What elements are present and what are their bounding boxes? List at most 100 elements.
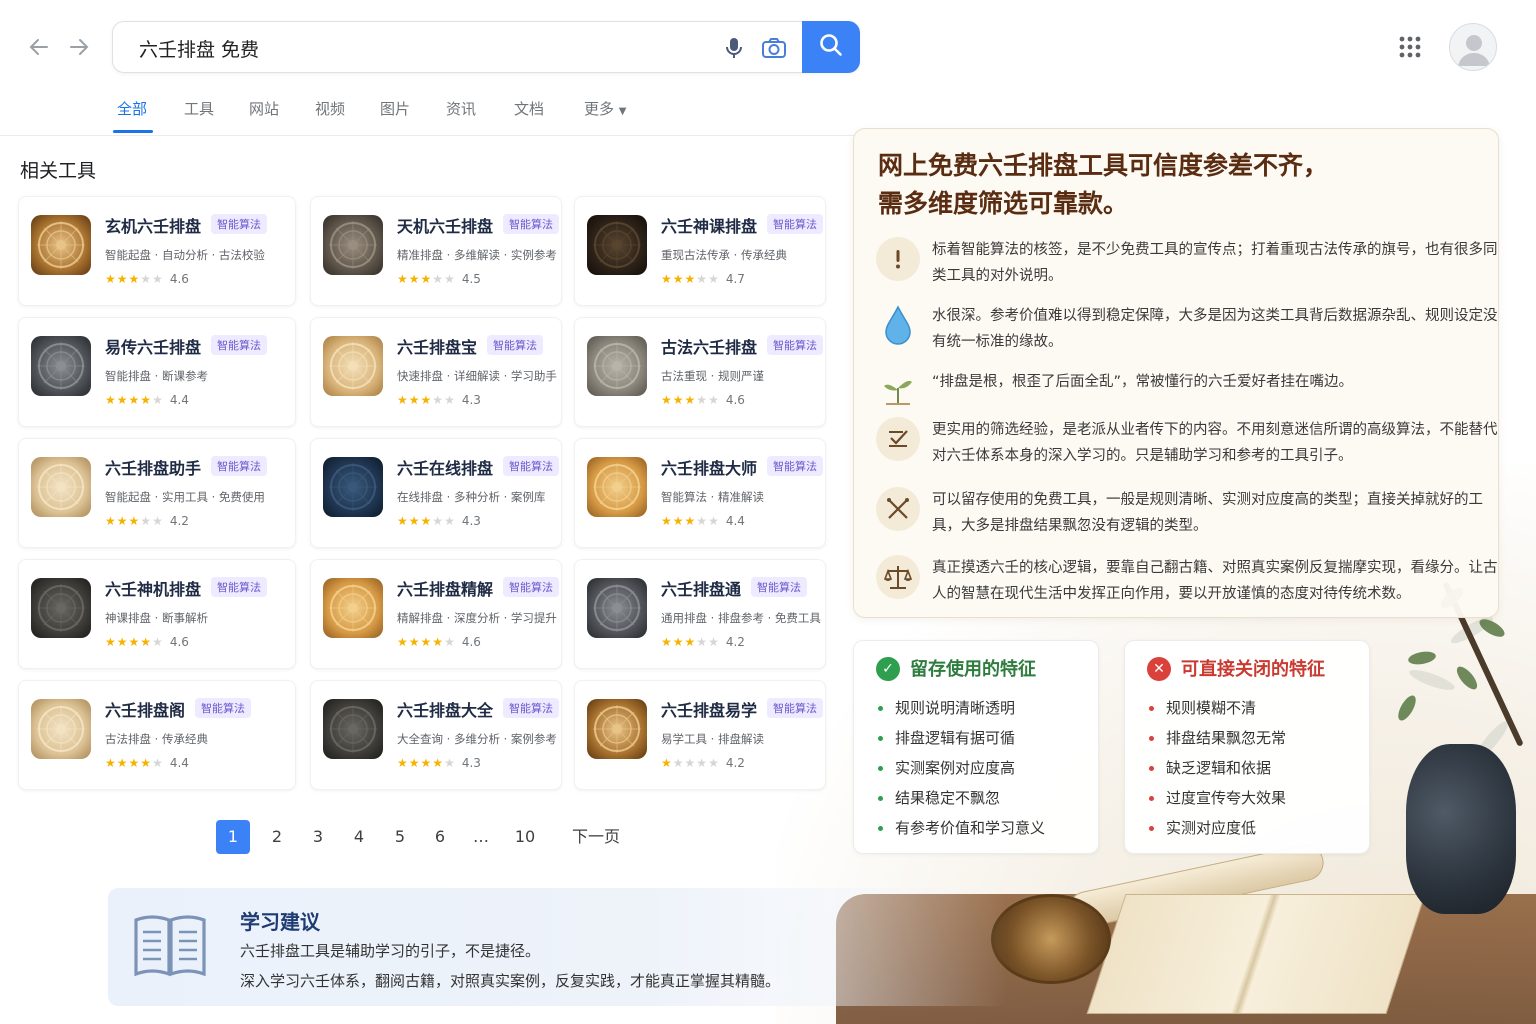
tool-card[interactable]: 六壬在线排盘 智能算法 在线排盘 · 多种分析 · 案例库 ★★★★★ 4.3	[310, 438, 562, 548]
microphone-icon[interactable]	[721, 35, 747, 61]
water-drop-icon	[876, 303, 920, 347]
tool-name[interactable]: 六壬排盘宝	[397, 334, 477, 358]
check-circle-icon: ✓	[876, 657, 900, 681]
tool-card[interactable]: 易传六壬排盘 智能算法 智能排盘 · 断课参考 ★★★★★ 4.4	[18, 317, 296, 427]
tab-tools[interactable]: 工具	[184, 98, 214, 119]
close-feature-item: 缺乏逻辑和依据	[1149, 757, 1271, 778]
tab-images[interactable]: 图片	[380, 98, 410, 119]
tool-card[interactable]: 六壬神课排盘 智能算法 重现古法传承 · 传承经典 ★★★★★ 4.7	[574, 196, 826, 306]
tool-description: 大全查询 · 多维分析 · 案例参考	[397, 732, 557, 746]
tab-websites[interactable]: 网站	[249, 98, 279, 119]
page-4[interactable]: 4	[342, 820, 376, 854]
tab-documents[interactable]: 文档	[514, 98, 544, 119]
ai-algorithm-badge: 智能算法	[751, 577, 807, 597]
star-icon: ★	[432, 393, 445, 407]
page-5[interactable]: 5	[383, 820, 417, 854]
divider	[0, 135, 860, 136]
tab-more-label: 更多	[584, 100, 615, 118]
tool-name[interactable]: 六壬神机排盘	[105, 576, 201, 600]
star-icon: ★	[661, 272, 673, 286]
tool-name[interactable]: 六壬在线排盘	[397, 455, 493, 479]
panel-point-text: 标着智能算法的核签，是不少免费工具的宣传点；打着重现古法传承的旗号，也有很多同类…	[932, 242, 1498, 284]
star-icon: ★	[661, 635, 673, 649]
tool-name[interactable]: 六壬排盘阁	[105, 697, 185, 721]
tool-card[interactable]: 六壬排盘大全 智能算法 大全查询 · 多维分析 · 案例参考 ★★★★★ 4.3	[310, 680, 562, 790]
tab-videos[interactable]: 视频	[315, 98, 345, 119]
tool-name[interactable]: 易传六壬排盘	[105, 334, 201, 358]
tool-card[interactable]: 天机六壬排盘 智能算法 精准排盘 · 多维解读 · 实例参考 ★★★★★ 4.5	[310, 196, 562, 306]
star-icon: ★	[152, 272, 164, 286]
tool-name[interactable]: 六壬排盘通	[661, 576, 741, 600]
tool-name[interactable]: 六壬排盘精解	[397, 576, 493, 600]
star-icon: ★	[672, 514, 685, 528]
tab-news[interactable]: 资讯	[446, 98, 476, 119]
tool-name[interactable]: 六壬神课排盘	[661, 213, 757, 237]
tool-card[interactable]: 六壬排盘阁 智能算法 古法排盘 · 传承经典 ★★★★★ 4.4	[18, 680, 296, 790]
page-6[interactable]: 6	[423, 820, 457, 854]
back-arrow-icon[interactable]	[28, 36, 50, 63]
page-2[interactable]: 2	[260, 820, 294, 854]
star-icon: ★	[128, 756, 141, 770]
tool-card[interactable]: 六壬排盘通 智能算法 通用排盘 · 排盘参考 · 免费工具 ★★★★★ 4.2	[574, 559, 826, 669]
tool-card[interactable]: 六壬排盘助手 智能算法 智能起盘 · 实用工具 · 免费使用 ★★★★★ 4.2	[18, 438, 296, 548]
apps-grid-icon[interactable]	[1398, 35, 1422, 59]
active-tab-indicator	[113, 130, 153, 133]
search-input[interactable]	[139, 34, 699, 62]
tool-description: 古法排盘 · 传承经典	[105, 732, 208, 746]
next-page-link[interactable]: 下一页	[566, 820, 626, 854]
forward-arrow-icon[interactable]	[68, 36, 90, 63]
tool-card[interactable]: 六壬排盘宝 智能算法 快速排盘 · 详细解读 · 学习助手 ★★★★★ 4.3	[310, 317, 562, 427]
star-icon: ★	[432, 756, 445, 770]
page-10[interactable]: 10	[508, 820, 542, 854]
star-icon: ★	[128, 272, 141, 286]
user-icon	[1458, 35, 1490, 66]
star-icon: ★	[672, 272, 685, 286]
star-icon: ★	[696, 756, 709, 770]
tab-all[interactable]: 全部	[117, 98, 147, 119]
rating-value: 4.4	[725, 514, 745, 528]
star-icon: ★	[684, 393, 697, 407]
luopan-app-icon	[323, 699, 383, 759]
tool-description: 神课排盘 · 断事解析	[105, 611, 208, 625]
keep-feature-item: 排盘逻辑有据可循	[878, 727, 1015, 748]
star-icon: ★	[128, 514, 141, 528]
star-rating: ★★★★★ 4.4	[105, 393, 189, 407]
tool-name[interactable]: 天机六壬排盘	[397, 213, 493, 237]
tab-more[interactable]: 更多 ▼	[584, 98, 627, 119]
ai-algorithm-badge: 智能算法	[767, 456, 823, 476]
search-button[interactable]	[802, 21, 860, 73]
tool-card[interactable]: 古法六壬排盘 智能算法 古法重现 · 规则严谨 ★★★★★ 4.6	[574, 317, 826, 427]
camera-search-icon[interactable]	[761, 35, 787, 61]
tool-card[interactable]: 六壬神机排盘 智能算法 神课排盘 · 断事解析 ★★★★★ 4.6	[18, 559, 296, 669]
tool-name[interactable]: 六壬排盘易学	[661, 697, 757, 721]
star-rating: ★★★★★ 4.4	[661, 514, 745, 528]
ai-algorithm-badge: 智能算法	[487, 335, 543, 355]
star-icon: ★	[432, 635, 445, 649]
search-tabs: 全部 工具 网站 视频 图片 资讯 文档 更多 ▼	[0, 90, 860, 136]
tool-card[interactable]: 六壬排盘精解 智能算法 精解排盘 · 深度分析 · 学习提升 ★★★★★ 4.6	[310, 559, 562, 669]
page-1[interactable]: 1	[216, 820, 250, 854]
open-book-icon	[132, 910, 208, 982]
luopan-app-icon	[323, 457, 383, 517]
ai-algorithm-badge: 智能算法	[503, 577, 559, 597]
tool-card[interactable]: 六壬排盘大师 智能算法 智能算法 · 精准解读 ★★★★★ 4.4	[574, 438, 826, 548]
star-rating: ★★★★★ 4.7	[661, 272, 745, 286]
star-icon: ★	[140, 756, 153, 770]
panel-point-text: “排盘是根，根歪了后面全乱”，常被懂行的六壬爱好者挂在嘴边。	[932, 374, 1354, 390]
page-3[interactable]: 3	[301, 820, 335, 854]
tool-name[interactable]: 六壬排盘助手	[105, 455, 201, 479]
tool-name[interactable]: 六壬排盘大全	[397, 697, 493, 721]
tool-card[interactable]: 玄机六壬排盘 智能算法 智能起盘 · 自动分析 · 古法校验 ★★★★★ 4.6	[18, 196, 296, 306]
tool-name[interactable]: 玄机六壬排盘	[105, 213, 201, 237]
avatar[interactable]	[1449, 23, 1497, 71]
tool-card[interactable]: 六壬排盘易学 智能算法 易学工具 · 排盘解读 ★★★★★ 4.2	[574, 680, 826, 790]
luopan-app-icon	[31, 578, 91, 638]
caret-down-icon: ▼	[618, 106, 627, 117]
page-ellipsis: …	[473, 827, 489, 846]
keep-feature-item: 结果稳定不飘忽	[878, 787, 1000, 808]
open-book-decoration	[1086, 894, 1426, 1014]
rating-value: 4.4	[169, 756, 189, 770]
tool-name[interactable]: 古法六壬排盘	[661, 334, 757, 358]
tool-name[interactable]: 六壬排盘大师	[661, 455, 757, 479]
luopan-compass-decoration	[991, 894, 1111, 984]
